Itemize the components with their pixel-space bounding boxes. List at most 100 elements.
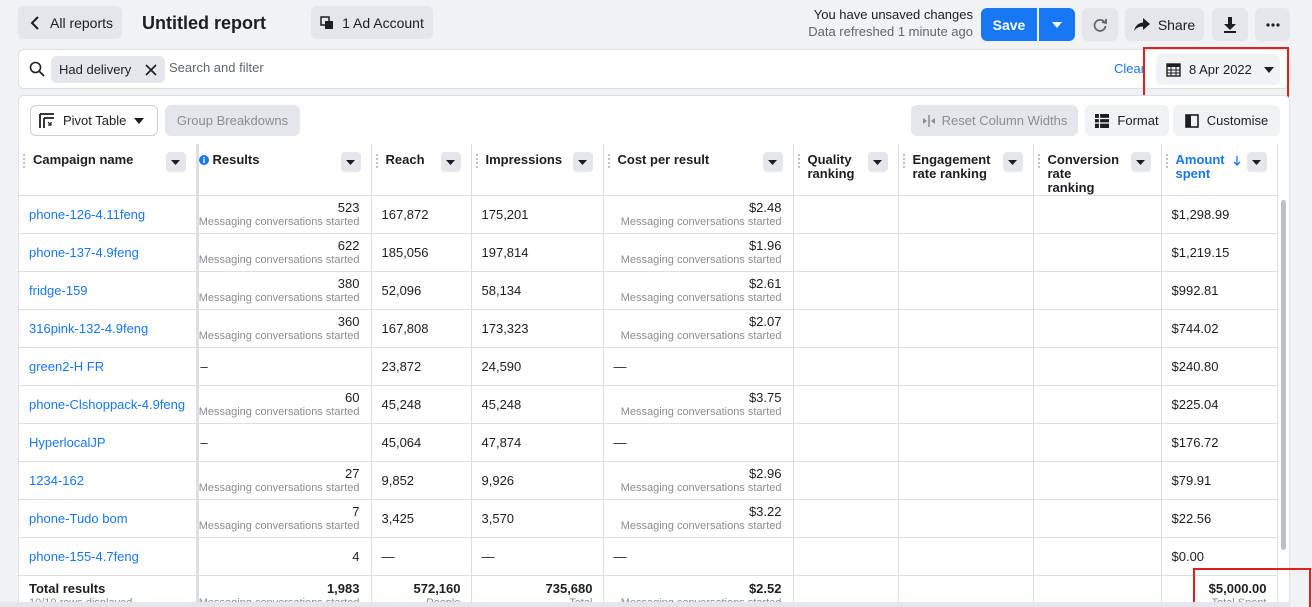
table-row[interactable]: fridge-159 380 Messaging conversations sta… bbox=[19, 271, 1278, 310]
search-icon bbox=[29, 61, 45, 77]
quality-ranking-cell bbox=[793, 233, 899, 272]
column-header-amount-spent[interactable]: Amount spent bbox=[1161, 144, 1278, 196]
column-menu-dropdown[interactable] bbox=[572, 152, 593, 172]
table-row[interactable]: phone-137-4.9feng 622 Messaging conversati… bbox=[19, 233, 1278, 272]
column-menu-dropdown[interactable] bbox=[1246, 152, 1267, 172]
amount-spent-cell: $176.72 bbox=[1161, 423, 1278, 462]
group-breakdowns-button[interactable]: Group Breakdowns bbox=[165, 105, 300, 136]
column-menu-dropdown[interactable] bbox=[165, 152, 186, 172]
table-row[interactable]: 316pink-132-4.9feng 360 Messaging conversa… bbox=[19, 309, 1278, 348]
pivot-table-icon bbox=[39, 112, 54, 128]
impressions-cell: 45,248 bbox=[471, 385, 604, 424]
table-row[interactable]: phone-126-4.11feng 523 Messaging conversat… bbox=[19, 195, 1278, 234]
filter-chip-had-delivery[interactable]: Had delivery bbox=[51, 56, 166, 83]
campaign-name-link[interactable]: phone-Clshoppack-4.9feng bbox=[19, 385, 199, 424]
quality-ranking-cell bbox=[793, 537, 899, 576]
column-menu-dropdown[interactable] bbox=[440, 152, 461, 172]
campaign-name-link[interactable]: fridge-159 bbox=[19, 271, 199, 310]
data-refreshed-text: Data refreshed 1 minute ago bbox=[808, 24, 973, 39]
column-header-campaign-name[interactable]: Campaign name bbox=[19, 144, 199, 196]
table-row[interactable]: phone-155-4.7feng 4— — — $0.00 bbox=[19, 537, 1278, 576]
campaign-name-link[interactable]: phone-155-4.7feng bbox=[19, 537, 199, 576]
campaign-name-link[interactable]: 1234-162 bbox=[19, 461, 199, 500]
column-menu-dropdown[interactable] bbox=[340, 152, 361, 172]
report-title[interactable]: Untitled report bbox=[142, 13, 266, 34]
horizontal-scrollbar[interactable] bbox=[0, 602, 1290, 607]
campaign-name-link[interactable]: 316pink-132-4.9feng bbox=[19, 309, 199, 348]
date-range-picker[interactable]: 8 Apr 2022 bbox=[1156, 54, 1280, 85]
save-options-dropdown[interactable] bbox=[1039, 8, 1075, 41]
table-row[interactable]: HyperlocalJP –45,064 47,874— $176.72 bbox=[19, 423, 1278, 462]
quality-ranking-cell bbox=[793, 195, 899, 234]
pivot-table-dropdown[interactable]: Pivot Table bbox=[30, 105, 158, 136]
column-resize-icon bbox=[922, 114, 935, 127]
cost-per-result-cell: $2.48 Messaging conversations started bbox=[603, 195, 794, 234]
amount-spent-cell: $225.04 bbox=[1161, 385, 1278, 424]
engagement-ranking-cell bbox=[898, 423, 1034, 462]
sort-descending-icon bbox=[1233, 156, 1240, 166]
conversion-ranking-cell bbox=[1033, 461, 1162, 500]
vertical-scrollbar[interactable] bbox=[1281, 200, 1286, 550]
format-label: Format bbox=[1117, 113, 1159, 128]
amount-spent-cell: $240.80 bbox=[1161, 347, 1278, 386]
caret-down-icon bbox=[1263, 66, 1274, 73]
campaign-name-link[interactable]: green2-H FR bbox=[19, 347, 199, 386]
quality-ranking-cell bbox=[793, 385, 899, 424]
cost-per-result-cell: — bbox=[603, 347, 794, 386]
table-row[interactable]: phone-Clshoppack-4.9feng 60 Messaging conv… bbox=[19, 385, 1278, 424]
campaign-name-link[interactable]: phone-Tudo bom bbox=[19, 499, 199, 538]
reach-cell: 23,872 bbox=[371, 347, 472, 386]
reach-cell: 45,064 bbox=[371, 423, 472, 462]
column-menu-dropdown[interactable] bbox=[762, 152, 783, 172]
column-header-cost-per-result[interactable]: Cost per result bbox=[603, 144, 794, 196]
column-header-conversion-rate-ranking[interactable]: Conversion rate ranking bbox=[1033, 144, 1162, 196]
search-input[interactable] bbox=[169, 60, 869, 75]
close-icon[interactable] bbox=[145, 63, 157, 76]
format-button[interactable]: Format bbox=[1085, 105, 1169, 136]
caret-down-icon bbox=[1136, 159, 1145, 165]
column-header-results[interactable]: Results bbox=[197, 144, 372, 196]
table-row[interactable]: 1234-162 27 Messaging conversations starte… bbox=[19, 461, 1278, 500]
format-icon bbox=[1095, 113, 1110, 128]
date-range-label: 8 Apr 2022 bbox=[1189, 62, 1252, 77]
refresh-button[interactable] bbox=[1082, 8, 1118, 41]
clear-filters-link[interactable]: Clear bbox=[1114, 61, 1145, 76]
column-header-reach[interactable]: Reach bbox=[371, 144, 472, 196]
results-cell: 523 Messaging conversations started bbox=[197, 195, 372, 234]
campaign-name-link[interactable]: phone-137-4.9feng bbox=[19, 233, 199, 272]
reset-column-widths-button[interactable]: Reset Column Widths bbox=[911, 105, 1078, 136]
amount-spent-cell: $22.56 bbox=[1161, 499, 1278, 538]
column-header-quality-ranking[interactable]: Quality ranking bbox=[793, 144, 899, 196]
column-menu-dropdown[interactable] bbox=[1002, 152, 1023, 172]
conversion-ranking-cell bbox=[1033, 271, 1162, 310]
chevron-left-icon bbox=[30, 15, 39, 30]
results-cell: 622 Messaging conversations started bbox=[197, 233, 372, 272]
results-cell: 380 Messaging conversations started bbox=[197, 271, 372, 310]
table-row[interactable]: green2-H FR –23,872 24,590— $240.80 bbox=[19, 347, 1278, 386]
back-to-reports-button[interactable]: All reports bbox=[18, 6, 122, 39]
save-button[interactable]: Save bbox=[981, 8, 1037, 41]
ad-account-icon bbox=[320, 15, 334, 29]
campaign-name-link[interactable]: phone-126-4.11feng bbox=[19, 195, 199, 234]
impressions-cell: 58,134 bbox=[471, 271, 604, 310]
more-options-button[interactable] bbox=[1255, 8, 1290, 41]
column-header-impressions[interactable]: Impressions bbox=[471, 144, 604, 196]
share-icon bbox=[1133, 17, 1150, 31]
share-button[interactable]: Share bbox=[1125, 8, 1204, 41]
column-menu-dropdown[interactable] bbox=[1130, 152, 1151, 172]
engagement-ranking-cell bbox=[898, 271, 1034, 310]
column-menu-dropdown[interactable] bbox=[867, 152, 888, 172]
download-button[interactable] bbox=[1212, 8, 1248, 41]
column-header-engagement-rate-ranking[interactable]: Engagement rate ranking bbox=[898, 144, 1034, 196]
customise-button[interactable]: Customise bbox=[1173, 105, 1280, 136]
caret-down-icon bbox=[134, 117, 145, 124]
campaign-name-link[interactable]: HyperlocalJP bbox=[19, 423, 199, 462]
impressions-cell: 197,814 bbox=[471, 233, 604, 272]
conversion-ranking-cell bbox=[1033, 233, 1162, 272]
reach-cell: 185,056 bbox=[371, 233, 472, 272]
table-row[interactable]: phone-Tudo bom 7 Messaging conversations s… bbox=[19, 499, 1278, 538]
engagement-ranking-cell bbox=[898, 347, 1034, 386]
quality-ranking-cell bbox=[793, 347, 899, 386]
ad-account-button[interactable]: 1 Ad Account bbox=[311, 6, 433, 39]
table-toolbar: Pivot Table Group Breakdowns Reset Colum… bbox=[19, 96, 1289, 144]
